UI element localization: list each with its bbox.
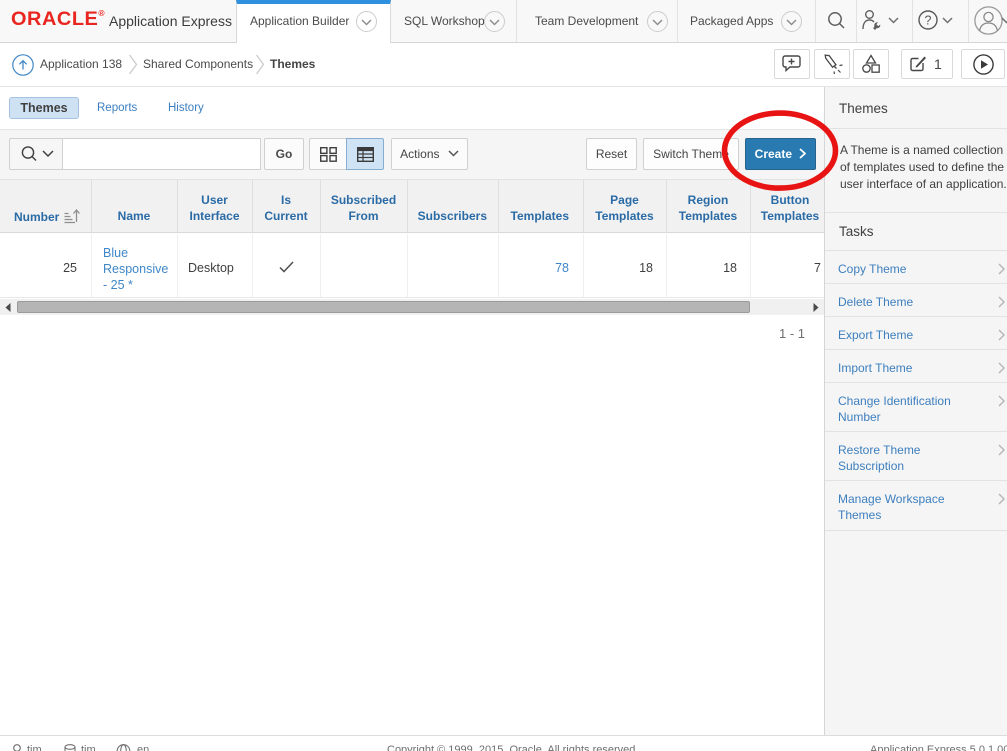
- svg-text:?: ?: [925, 13, 932, 27]
